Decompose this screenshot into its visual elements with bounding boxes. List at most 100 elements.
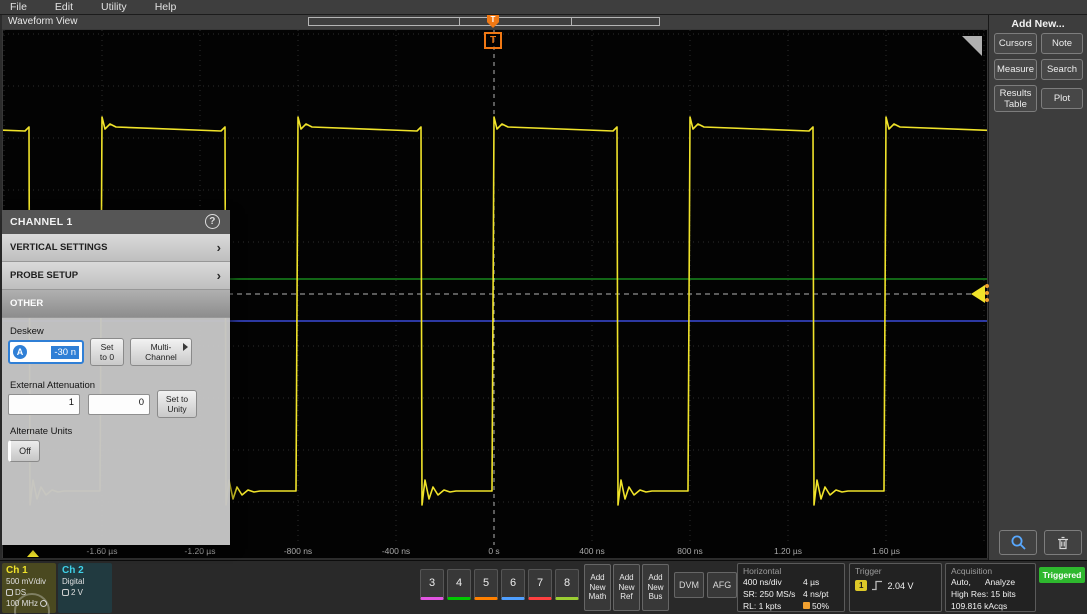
horizontal-position-icon [803, 602, 810, 609]
status-bar: Ch 1 500 mV/div DS 100 MHz Ch 2 Digital … [0, 560, 1087, 614]
trigger-title: Trigger [855, 566, 936, 576]
x-axis-label: 800 ns [677, 546, 703, 556]
add-new-panel: Add New... Cursors Note Measure Search R… [988, 15, 1087, 560]
deskew-input[interactable]: A -30 n [8, 340, 84, 364]
deskew-label: Deskew [10, 326, 44, 337]
multi-channel-button[interactable]: Multi- Channel [130, 338, 192, 366]
ch3-button[interactable]: 3 [420, 569, 444, 600]
threshold-icon [62, 589, 69, 596]
external-attenuation-label: External Attenuation [10, 380, 95, 391]
ch7-button[interactable]: 7 [528, 569, 552, 600]
ch5-button[interactable]: 5 [474, 569, 498, 600]
note-button[interactable]: Note [1041, 33, 1083, 54]
add-new-bus-button[interactable]: Add New Bus [642, 564, 669, 611]
dvm-button[interactable]: DVM [674, 572, 704, 598]
horizontal-position: 50% [812, 601, 829, 611]
acquisition-title: Acquisition [951, 566, 1030, 576]
panel-splitter-handle[interactable] [985, 284, 990, 305]
menu-utility[interactable]: Utility [101, 1, 127, 13]
slope-icon [871, 580, 883, 591]
trigger-position-flag-icon[interactable]: T [487, 15, 499, 28]
x-axis-labels: -1.60 µs -1.20 µs -800 ns -400 ns 0 s 40… [3, 545, 987, 558]
attenuation-input-1[interactable]: 1 [8, 394, 80, 415]
ch1-name: Ch 1 [6, 565, 52, 576]
x-axis-label: 1.60 µs [872, 546, 900, 556]
other-row[interactable]: OTHER [2, 290, 230, 318]
x-axis-label: 400 ns [579, 546, 605, 556]
afg-button[interactable]: AFG [707, 572, 737, 598]
menu-file[interactable]: File [10, 1, 27, 13]
cursors-button[interactable]: Cursors [994, 33, 1037, 54]
minimap-tick [459, 18, 460, 25]
vertical-settings-label: VERTICAL SETTINGS [10, 242, 107, 253]
x-axis-label: -1.20 µs [185, 546, 216, 556]
coupling-icon [6, 589, 13, 596]
multi-channel-label: Multi- Channel [145, 342, 177, 362]
menu-edit[interactable]: Edit [55, 1, 73, 13]
set-to-unity-button[interactable]: Set to Unity [157, 390, 197, 418]
corner-grip-icon[interactable] [962, 36, 982, 56]
alternate-units-label: Alternate Units [10, 426, 72, 437]
menu-bar: File Edit Utility Help [0, 0, 1087, 15]
horizontal-title: Horizontal [743, 566, 839, 576]
add-new-math-button[interactable]: Add New Math [584, 564, 611, 611]
add-new-title: Add New... [989, 18, 1087, 30]
acquisition-mode: Auto, [951, 576, 971, 588]
dialog-header[interactable]: CHANNEL 1 ? [2, 210, 230, 234]
add-new-ref-button[interactable]: Add New Ref [613, 564, 640, 611]
ch8-button[interactable]: 8 [555, 569, 579, 600]
record-view-minimap[interactable] [308, 17, 660, 26]
acquisition-detail: High Res: 15 bits [951, 588, 1030, 600]
ch2-badge[interactable]: Ch 2 Digital 2 V [58, 563, 112, 613]
zoom-button[interactable] [999, 530, 1037, 555]
sample-rate: SR: 250 MS/s [743, 588, 803, 600]
help-icon[interactable]: ? [205, 214, 220, 229]
probe-setup-label: PROBE SETUP [10, 270, 78, 281]
minimap-tick [571, 18, 572, 25]
trigger-panel[interactable]: Trigger 1 2.04 V [849, 563, 942, 612]
search-button[interactable]: Search [1041, 59, 1083, 80]
resolution: 4 ns/pt [803, 588, 829, 600]
keypad-icon[interactable]: A [13, 345, 27, 359]
x-axis-label: -400 ns [382, 546, 410, 556]
menu-help[interactable]: Help [155, 1, 177, 13]
deskew-value[interactable]: -30 n [51, 346, 79, 359]
horizontal-panel[interactable]: Horizontal 400 ns/div4 µs SR: 250 MS/s4 … [737, 563, 845, 612]
ch1-position-marker-icon[interactable] [27, 550, 39, 557]
waveform-view-title: Waveform View [8, 16, 77, 27]
alternate-units-toggle[interactable]: Off [8, 440, 40, 462]
measure-button[interactable]: Measure [994, 59, 1037, 80]
other-label: OTHER [10, 298, 43, 309]
x-axis-label: -1.60 µs [87, 546, 118, 556]
attenuation-input-2[interactable]: 0 [88, 394, 150, 415]
trigger-marker-icon[interactable]: T [484, 32, 502, 49]
waveform-view-header: Waveform View T [2, 15, 988, 29]
oscilloscope-app: File Edit Utility Help Waveform View T T… [0, 0, 1087, 614]
ch4-button[interactable]: 4 [447, 569, 471, 600]
ch2-name: Ch 2 [62, 565, 108, 576]
trash-button[interactable] [1044, 530, 1082, 555]
chevron-right-icon: › [217, 262, 221, 290]
dialog-body: Deskew A -30 n Set to 0 Multi- Channel E… [2, 318, 230, 545]
magnifier-icon [1010, 534, 1027, 551]
acquisition-panel[interactable]: Acquisition Auto, Analyze High Res: 15 b… [945, 563, 1036, 612]
acquisition-count: 109.816 kAcqs [951, 600, 1030, 612]
chevron-right-icon: › [217, 234, 221, 262]
trash-icon [1055, 535, 1071, 551]
plot-button[interactable]: Plot [1041, 88, 1083, 109]
ch1-scale: 500 mV/div [6, 576, 52, 587]
triggered-badge: Triggered [1039, 567, 1085, 583]
ch2-threshold: 2 V [71, 587, 83, 598]
vertical-settings-row[interactable]: VERTICAL SETTINGS › [2, 234, 230, 262]
acquisition-analyze: Analyze [985, 576, 1015, 588]
x-axis-label: 0 s [488, 546, 499, 556]
trigger-level: 2.04 V [887, 581, 913, 591]
dialog-title: CHANNEL 1 [10, 216, 73, 228]
probe-setup-row[interactable]: PROBE SETUP › [2, 262, 230, 290]
channel-1-dialog: CHANNEL 1 ? VERTICAL SETTINGS › PROBE SE… [2, 210, 230, 545]
set-to-0-button[interactable]: Set to 0 [90, 338, 124, 366]
results-table-button[interactable]: Results Table [994, 85, 1037, 112]
flyout-arrow-icon [183, 343, 188, 351]
horizontal-scale: 400 ns/div [743, 576, 803, 588]
ch6-button[interactable]: 6 [501, 569, 525, 600]
